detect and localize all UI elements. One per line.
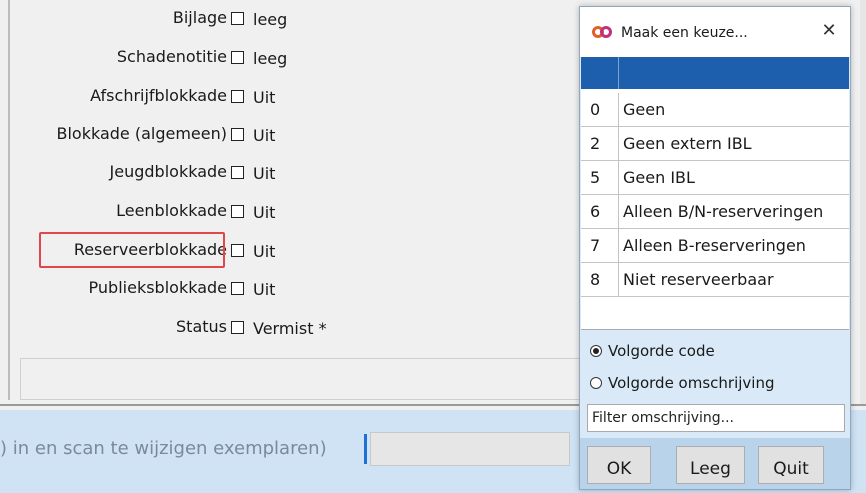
form-row-status: Status Vermist * bbox=[0, 313, 600, 343]
column-divider bbox=[618, 263, 619, 297]
field-value: leeg bbox=[253, 49, 288, 68]
scan-input[interactable] bbox=[370, 432, 570, 466]
field-value: Uit bbox=[253, 280, 276, 299]
filter-input[interactable]: Filter omschrijving... bbox=[587, 404, 845, 432]
field-label: Schadenotitie bbox=[116, 47, 227, 66]
field-label: Blokkade (algemeen) bbox=[56, 124, 228, 143]
highlight-box bbox=[39, 232, 225, 268]
empty-bar bbox=[20, 358, 592, 400]
column-divider bbox=[618, 57, 619, 89]
field-label: Status bbox=[176, 317, 227, 336]
button-bar: OK Leeg Quit bbox=[580, 438, 850, 489]
checkbox[interactable] bbox=[231, 90, 244, 103]
list-header bbox=[581, 57, 849, 89]
radio-unselected-icon[interactable] bbox=[590, 377, 602, 389]
app-logo-icon bbox=[592, 26, 612, 38]
column-divider bbox=[618, 195, 619, 229]
field-value: leeg bbox=[253, 10, 288, 29]
radio-sort-code[interactable]: Volgorde code bbox=[590, 342, 715, 364]
item-description: Geen extern IBL bbox=[623, 134, 752, 153]
focus-marker bbox=[364, 434, 367, 464]
close-icon[interactable]: ✕ bbox=[817, 19, 841, 43]
checkbox[interactable] bbox=[231, 282, 244, 295]
form-row-blokkade-algemeen: Blokkade (algemeen) Uit bbox=[0, 120, 600, 150]
list-item[interactable]: 6 Alleen B/N-reserveringen bbox=[581, 195, 849, 229]
scrollbar-track[interactable] bbox=[860, 0, 866, 405]
form-row-bijlage: Bijlage leeg bbox=[0, 4, 600, 34]
checkbox[interactable] bbox=[231, 166, 244, 179]
radio-sort-description[interactable]: Volgorde omschrijving bbox=[590, 374, 775, 396]
item-code: 0 bbox=[590, 100, 601, 119]
item-code: 7 bbox=[590, 236, 601, 255]
checkbox[interactable] bbox=[231, 321, 244, 334]
column-divider bbox=[618, 93, 619, 127]
list-item[interactable]: 0 Geen bbox=[581, 93, 849, 127]
dialog-title: Maak een keuze... bbox=[621, 25, 748, 41]
item-description: Niet reserveerbaar bbox=[623, 270, 774, 289]
field-label: Bijlage bbox=[172, 8, 227, 27]
item-code: 8 bbox=[590, 270, 601, 289]
field-value: Uit bbox=[253, 88, 276, 107]
status-text: ) in en scan te wijzigen exemplaren) bbox=[0, 438, 327, 459]
list-item[interactable]: 5 Geen IBL bbox=[581, 161, 849, 195]
form-row-schadenotitie: Schadenotitie leeg bbox=[0, 43, 600, 73]
ok-button[interactable]: OK bbox=[587, 446, 651, 484]
list-item[interactable]: 8 Niet reserveerbaar bbox=[581, 263, 849, 297]
field-value: Uit bbox=[253, 126, 276, 145]
list-item[interactable]: 7 Alleen B-reserveringen bbox=[581, 229, 849, 263]
item-description: Alleen B-reserveringen bbox=[623, 236, 806, 255]
field-value: Uit bbox=[253, 242, 276, 261]
quit-button[interactable]: Quit bbox=[758, 446, 824, 484]
checkbox[interactable] bbox=[231, 51, 244, 64]
checkbox[interactable] bbox=[231, 244, 244, 257]
checkbox[interactable] bbox=[231, 128, 244, 141]
item-code: 2 bbox=[590, 134, 601, 153]
list-item[interactable]: 2 Geen extern IBL bbox=[581, 127, 849, 161]
field-label: Publieksblokkade bbox=[88, 278, 227, 297]
column-divider bbox=[618, 127, 619, 161]
choice-dialog: Maak een keuze... ✕ 0 Geen 2 Geen extern… bbox=[579, 6, 851, 490]
radio-label: Volgorde omschrijving bbox=[608, 374, 775, 392]
dialog-titlebar: Maak een keuze... ✕ bbox=[580, 7, 850, 57]
radio-label: Volgorde code bbox=[608, 342, 715, 360]
column-divider bbox=[618, 229, 619, 263]
checkbox[interactable] bbox=[231, 12, 244, 25]
form-row-publieksblokkade: Publieksblokkade Uit bbox=[0, 274, 600, 304]
leeg-button[interactable]: Leeg bbox=[676, 446, 745, 484]
field-label: Jeugdblokkade bbox=[109, 162, 227, 181]
item-description: Geen IBL bbox=[623, 168, 695, 187]
field-value: Vermist * bbox=[253, 319, 327, 338]
field-label: Leenblokkade bbox=[116, 201, 227, 220]
item-description: Geen bbox=[623, 100, 666, 119]
field-label: Afschrijfblokkade bbox=[90, 86, 227, 105]
form-row-afschrijfblokkade: Afschrijfblokkade Uit bbox=[0, 82, 600, 112]
form-row-leenblokkade: Leenblokkade Uit bbox=[0, 197, 600, 227]
checkbox[interactable] bbox=[231, 205, 244, 218]
item-description: Alleen B/N-reserveringen bbox=[623, 202, 824, 221]
field-value: Uit bbox=[253, 164, 276, 183]
radio-selected-icon[interactable] bbox=[590, 345, 602, 357]
column-divider bbox=[618, 161, 619, 195]
field-value: Uit bbox=[253, 203, 276, 222]
item-code: 6 bbox=[590, 202, 601, 221]
item-code: 5 bbox=[590, 168, 601, 187]
form-row-jeugdblokkade: Jeugdblokkade Uit bbox=[0, 158, 600, 188]
choice-list: 0 Geen 2 Geen extern IBL 5 Geen IBL 6 Al… bbox=[581, 57, 849, 330]
